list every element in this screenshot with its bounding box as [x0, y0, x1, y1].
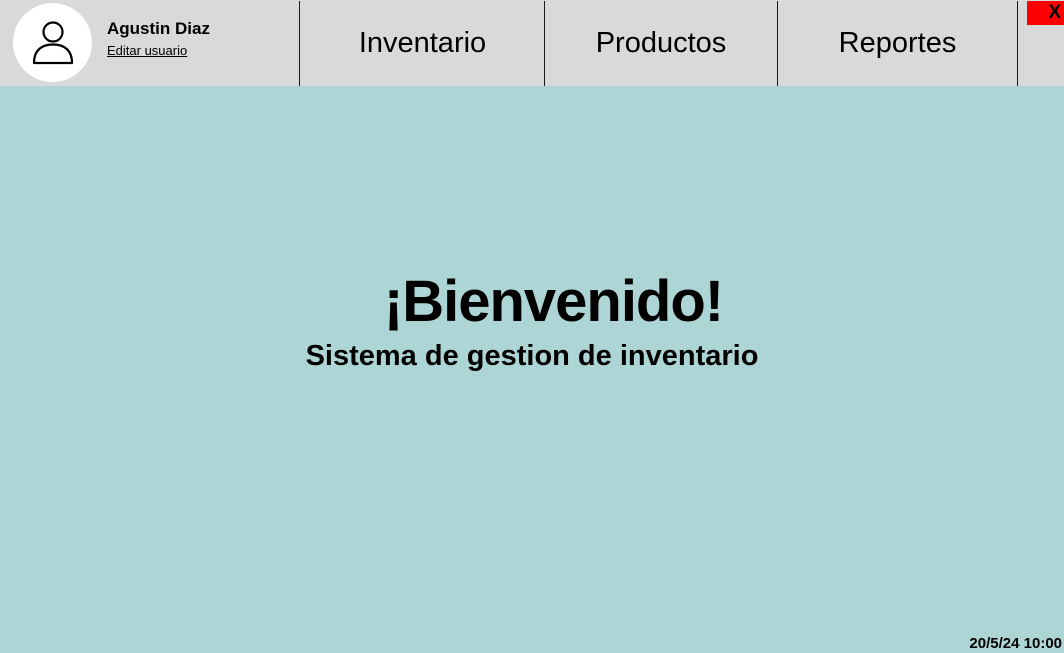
app-window: Agustin Diaz Editar usuario Inventario P…	[0, 0, 1064, 653]
user-name: Agustin Diaz	[107, 19, 210, 38]
tab-reportes[interactable]: Reportes	[778, 1, 1017, 86]
welcome-subtitle: Sistema de gestion de inventario	[305, 340, 759, 372]
top-bar: Agustin Diaz Editar usuario Inventario P…	[0, 0, 1064, 86]
avatar[interactable]	[13, 3, 92, 82]
user-icon	[32, 21, 74, 65]
edit-user-link[interactable]: Editar usuario	[107, 43, 187, 58]
nav-divider	[1017, 1, 1018, 86]
welcome-title: ¡Bienvenido!	[383, 269, 724, 334]
tab-productos[interactable]: Productos	[545, 1, 777, 86]
tab-inventario[interactable]: Inventario	[300, 1, 545, 86]
datetime-label: 20/5/24 10:00	[969, 635, 1062, 652]
close-button[interactable]: X	[1027, 1, 1064, 25]
